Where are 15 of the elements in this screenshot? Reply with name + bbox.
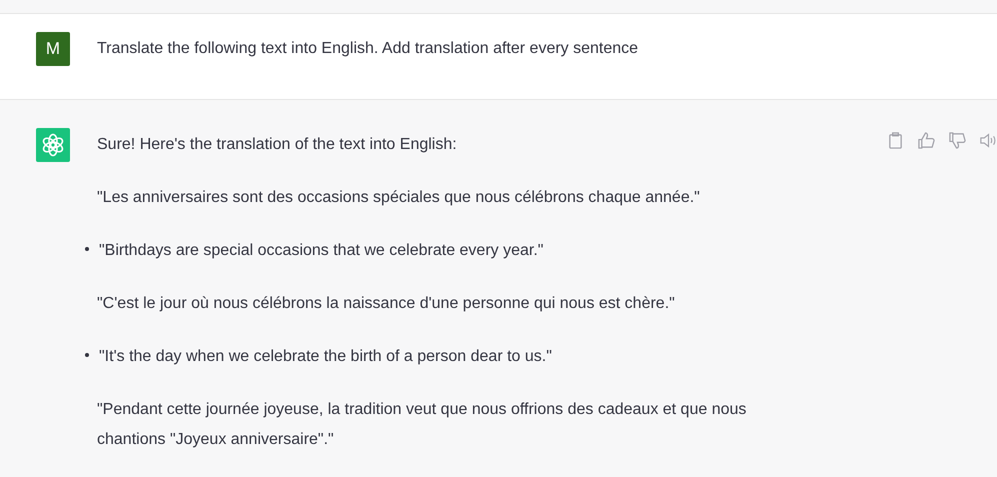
user-avatar: M <box>36 32 70 66</box>
assistant-logo-icon <box>36 128 70 162</box>
translation-text: "It's the day when we celebrate the birth of a person dear to us." <box>99 347 552 367</box>
thumbs-up-icon[interactable] <box>918 132 935 149</box>
bullet-icon <box>85 353 89 357</box>
bullet-icon <box>85 247 89 251</box>
user-message: Translate the following text into English. Add translation after every sentence <box>97 39 638 59</box>
speaker-icon[interactable] <box>980 132 997 149</box>
translation-text: "Birthdays are special occasions that we celebrate every year." <box>99 241 544 261</box>
message-paragraph: "Pendant cette journée joyeuse, la tradition veut que nous offrions des cadeaux et que nous chantions "Joyeux anniversaire"." <box>97 400 748 450</box>
clipboard-icon[interactable] <box>887 132 904 149</box>
thumbs-down-icon[interactable] <box>949 132 966 149</box>
message-paragraph: "C'est le jour où nous célébrons la naissance d'une personne qui nous est chère." <box>97 294 676 314</box>
message-paragraph: Sure! Here's the translation of the text into English: <box>97 135 458 155</box>
message-paragraph: "Les anniversaires sont des occasions spéciales que nous célébrons chaque année." <box>97 188 701 208</box>
